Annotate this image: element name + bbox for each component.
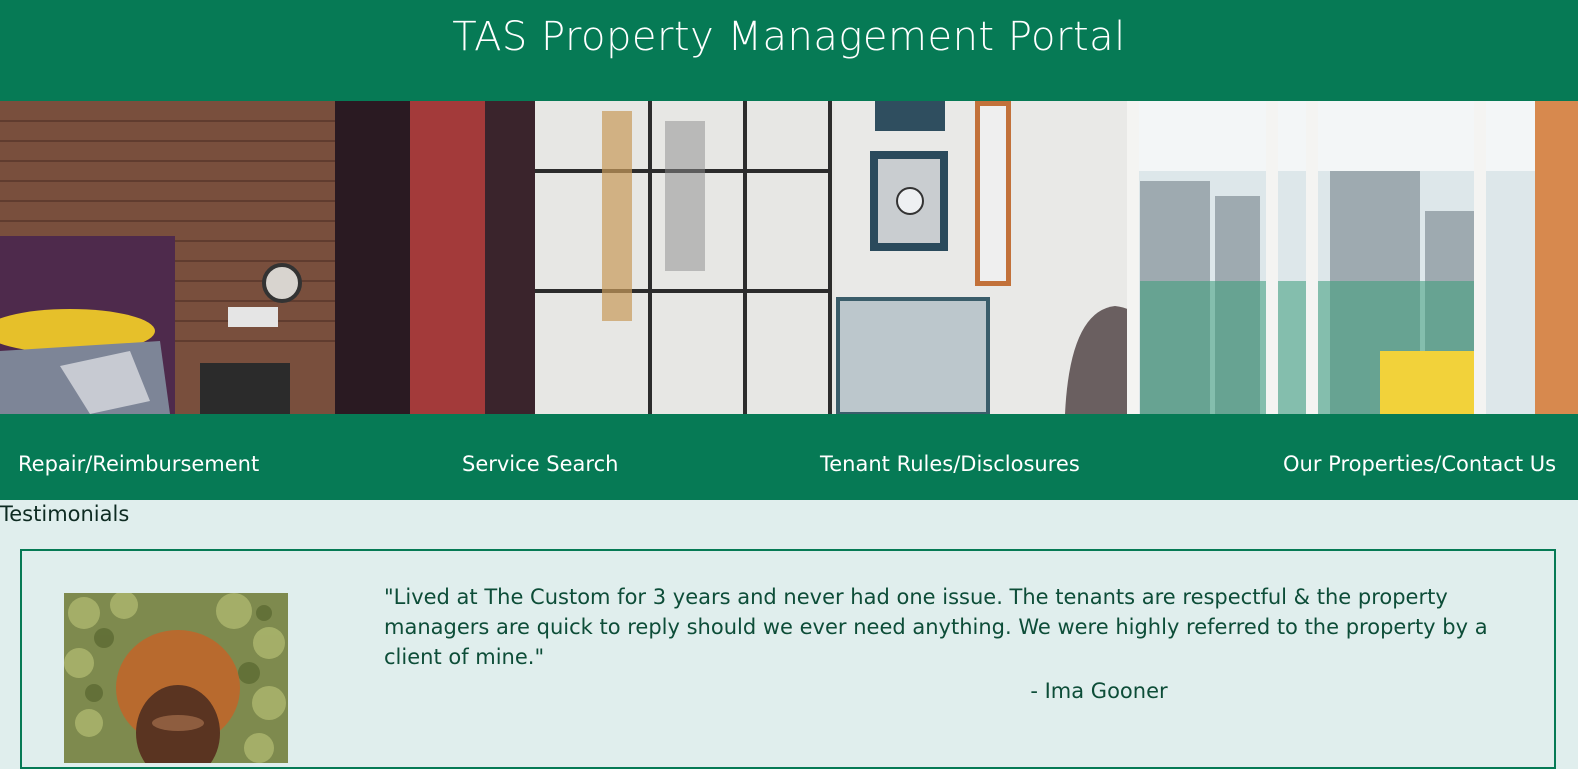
- nav-link-tenant-rules[interactable]: Tenant Rules/Disclosures: [820, 452, 1080, 476]
- nav-link-our-properties-contact[interactable]: Our Properties/Contact Us: [1283, 452, 1556, 476]
- main-navigation: Repair/Reimbursement Service Search Tena…: [0, 414, 1578, 500]
- testimonials-heading: Testimonials: [0, 502, 130, 526]
- avatar-photo: [64, 593, 288, 763]
- nav-link-repair-reimbursement[interactable]: Repair/Reimbursement: [18, 452, 259, 476]
- testimonial-card: "Lived at The Custom for 3 years and nev…: [20, 549, 1556, 769]
- testimonial-quote: "Lived at The Custom for 3 years and nev…: [384, 585, 1488, 669]
- site-header: TAS Property Management Portal: [0, 0, 1578, 101]
- hero-banner-image: [0, 101, 1578, 414]
- site-title: TAS Property Management Portal: [452, 14, 1126, 60]
- testimonial-avatar: [64, 593, 288, 763]
- nav-link-service-search[interactable]: Service Search: [462, 452, 618, 476]
- testimonial-author: - Ima Gooner: [1030, 679, 1168, 703]
- hero-room-illustration: [0, 101, 1578, 414]
